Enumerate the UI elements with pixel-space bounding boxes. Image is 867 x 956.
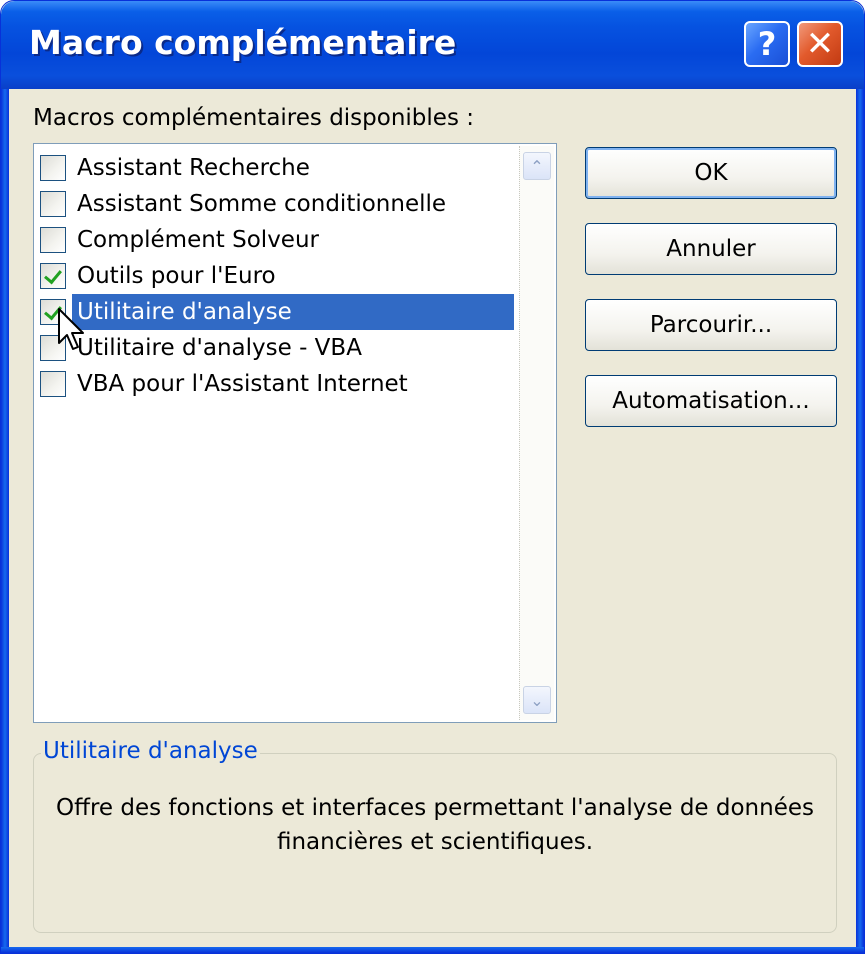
chevron-down-icon: ⌄ [530, 690, 544, 710]
addin-checkbox[interactable] [40, 227, 66, 253]
mouse-cursor-icon [58, 308, 84, 350]
close-button[interactable]: ✕ [797, 21, 843, 67]
description-title: Utilitaire d'analyse [41, 738, 260, 764]
browse-button[interactable]: Parcourir... [585, 299, 837, 351]
window-frame-left [1, 89, 9, 953]
dialog-title: Macro complémentaire [29, 23, 457, 62]
addin-label: Assistant Somme conditionnelle [77, 191, 447, 217]
browse-button-label: Parcourir... [649, 312, 773, 338]
title-bar[interactable]: Macro complémentaire ? ✕ [1, 1, 864, 89]
addin-checkbox[interactable] [40, 155, 66, 181]
addin-label: VBA pour l'Assistant Internet [77, 371, 408, 397]
addin-label: Utilitaire d'analyse - VBA [77, 335, 362, 361]
question-icon: ? [757, 25, 777, 63]
scroll-up-button[interactable]: ⌃ [523, 152, 551, 180]
description-text: Offre des fonctions et interfaces permet… [56, 795, 814, 855]
scroll-down-button[interactable]: ⌄ [523, 686, 551, 714]
chevron-up-icon: ⌃ [530, 156, 544, 176]
window-frame-right [856, 89, 864, 953]
addins-listbox[interactable]: Assistant Recherche Assistant Somme cond… [33, 143, 557, 723]
window-frame-bottom [1, 947, 864, 953]
automation-button-label: Automatisation... [612, 388, 810, 414]
addin-checkbox[interactable] [40, 371, 66, 397]
cancel-button-label: Annuler [666, 236, 756, 262]
addin-label: Outils pour l'Euro [77, 263, 276, 289]
available-addins-label: Macros complémentaires disponibles : [33, 105, 474, 131]
ok-button-label: OK [694, 160, 728, 186]
list-item[interactable]: Utilitaire d'analyse - VBA [38, 330, 514, 366]
list-item[interactable]: VBA pour l'Assistant Internet [38, 366, 514, 402]
addin-label: Utilitaire d'analyse [77, 299, 292, 325]
addin-label: Complément Solveur [77, 227, 319, 253]
addin-checkbox[interactable] [40, 263, 66, 289]
dialog-window: Macro complémentaire ? ✕ Macros compléme… [0, 0, 865, 954]
available-addins-label-text: Macros complémentaires disponibles : [33, 105, 474, 131]
cancel-button[interactable]: Annuler [585, 223, 837, 275]
list-item[interactable]: Complément Solveur [38, 222, 514, 258]
list-item-selected[interactable]: Utilitaire d'analyse [38, 294, 514, 330]
list-item[interactable]: Assistant Recherche [38, 150, 514, 186]
vertical-scrollbar[interactable]: ⌃ ⌄ [519, 146, 554, 720]
ok-button[interactable]: OK [585, 147, 837, 199]
addin-checkbox[interactable] [40, 191, 66, 217]
automation-button[interactable]: Automatisation... [585, 375, 837, 427]
addin-label: Assistant Recherche [77, 155, 310, 181]
help-button[interactable]: ? [744, 21, 790, 67]
close-icon: ✕ [805, 24, 835, 64]
list-item[interactable]: Outils pour l'Euro [38, 258, 514, 294]
list-item[interactable]: Assistant Somme conditionnelle [38, 186, 514, 222]
